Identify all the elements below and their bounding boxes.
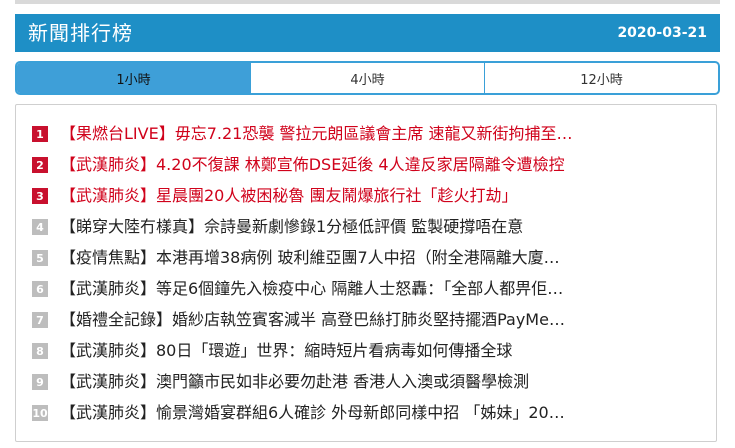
time-range-tabs: 1小時 4小時 12小時 <box>15 61 720 95</box>
list-item: 10 【武漢肺炎】愉景灣婚宴群組6人確診 外母新郎同樣中招 「姊妹」20… <box>32 400 702 426</box>
news-link[interactable]: 【武漢肺炎】80日「環遊」世界：縮時短片看病毒如何傳播全球 <box>60 340 700 362</box>
list-item: 6 【武漢肺炎】等足6個鐘先入檢疫中心 隔離人士怒轟：「全部人都畀佢… <box>32 276 702 302</box>
news-link[interactable]: 【果燃台LIVE】毋忘7.21恐襲 警拉元朗區議會主席 速龍又新街拘捕至… <box>60 123 700 145</box>
list-item: 2 【武漢肺炎】4.20不復課 林鄭宣佈DSE延後 4人違反家居隔離令遭檢控 <box>32 152 702 178</box>
list-item: 3 【武漢肺炎】星晨團20人被困秘魯 團友鬧爆旅行社「趁火打劫」 <box>32 183 702 209</box>
list-item: 9 【武漢肺炎】澳門籲市民如非必要勿赴港 香港人入澳或須醫學檢測 <box>32 369 702 395</box>
tab-12-hours[interactable]: 12小時 <box>484 63 718 93</box>
rank-badge: 10 <box>32 405 48 421</box>
news-link[interactable]: 【疫情焦點】本港再增38病例 玻利維亞團7人中招（附全港隔離大廈… <box>60 247 700 269</box>
ranking-date: 2020-03-21 <box>617 25 707 41</box>
tab-1-hour[interactable]: 1小時 <box>17 63 250 93</box>
news-link[interactable]: 【婚禮全記錄】婚紗店執笠賓客減半 高登巴絲打肺炎堅持擺酒PayMe… <box>60 309 700 331</box>
top-divider <box>15 0 720 4</box>
news-link[interactable]: 【武漢肺炎】星晨團20人被困秘魯 團友鬧爆旅行社「趁火打劫」 <box>60 185 700 207</box>
page-title: 新聞排行榜 <box>28 21 133 45</box>
rank-badge: 8 <box>32 343 48 359</box>
rank-badge: 9 <box>32 374 48 390</box>
list-item: 8 【武漢肺炎】80日「環遊」世界：縮時短片看病毒如何傳播全球 <box>32 338 702 364</box>
news-link[interactable]: 【武漢肺炎】愉景灣婚宴群組6人確診 外母新郎同樣中招 「姊妹」20… <box>60 402 700 424</box>
list-item: 4 【睇穿大陸冇樣真】佘詩曼新劇慘錄1分極低評價 監製硬撐唔在意 <box>32 214 702 240</box>
news-link[interactable]: 【武漢肺炎】4.20不復課 林鄭宣佈DSE延後 4人違反家居隔離令遭檢控 <box>60 154 700 176</box>
rank-badge: 3 <box>32 188 48 204</box>
news-link[interactable]: 【武漢肺炎】等足6個鐘先入檢疫中心 隔離人士怒轟：「全部人都畀佢… <box>60 278 700 300</box>
news-link[interactable]: 【武漢肺炎】澳門籲市民如非必要勿赴港 香港人入澳或須醫學檢測 <box>60 371 700 393</box>
list-item: 1 【果燃台LIVE】毋忘7.21恐襲 警拉元朗區議會主席 速龍又新街拘捕至… <box>32 121 702 147</box>
news-link[interactable]: 【睇穿大陸冇樣真】佘詩曼新劇慘錄1分極低評價 監製硬撐唔在意 <box>60 216 700 238</box>
rank-badge: 2 <box>32 157 48 173</box>
rank-badge: 1 <box>32 126 48 142</box>
ranking-header: 新聞排行榜 2020-03-21 <box>15 14 720 52</box>
tab-4-hours[interactable]: 4小時 <box>250 63 484 93</box>
rank-badge: 6 <box>32 281 48 297</box>
rank-badge: 5 <box>32 250 48 266</box>
rank-badge: 4 <box>32 219 48 235</box>
ranking-list-panel: 1 【果燃台LIVE】毋忘7.21恐襲 警拉元朗區議會主席 速龍又新街拘捕至… … <box>15 104 717 442</box>
list-item: 5 【疫情焦點】本港再增38病例 玻利維亞團7人中招（附全港隔離大廈… <box>32 245 702 271</box>
rank-badge: 7 <box>32 312 48 328</box>
list-item: 7 【婚禮全記錄】婚紗店執笠賓客減半 高登巴絲打肺炎堅持擺酒PayMe… <box>32 307 702 333</box>
